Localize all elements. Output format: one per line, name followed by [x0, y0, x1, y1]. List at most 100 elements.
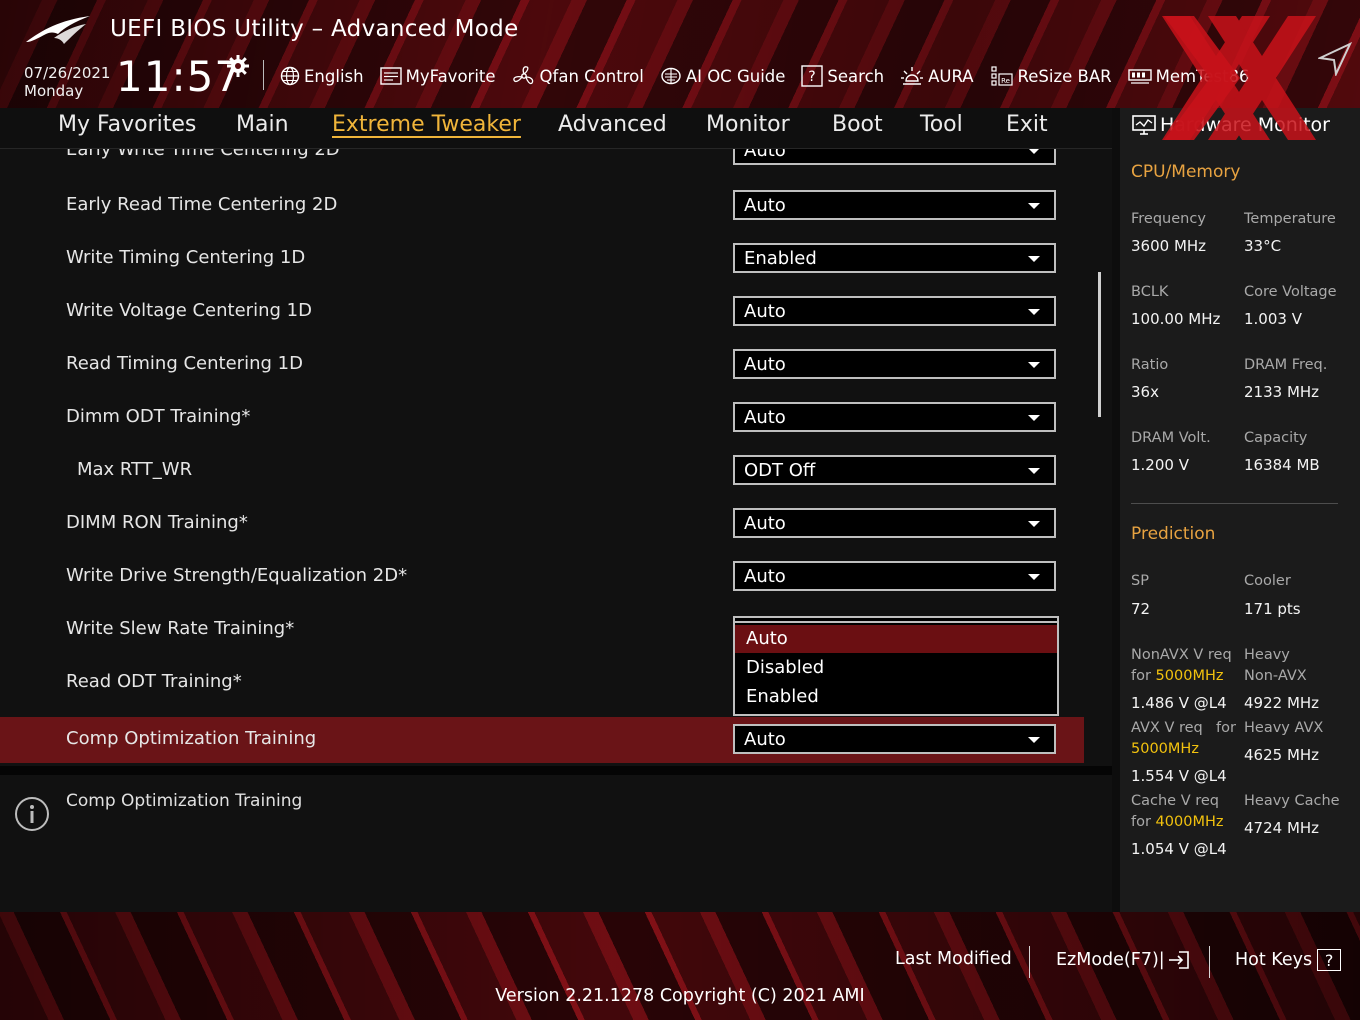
toolbar-ai-oc-guide-button[interactable]: AI OC Guide: [660, 66, 785, 86]
dropdown-value: Auto: [744, 301, 786, 322]
dropdown-option-disabled[interactable]: Disabled: [735, 654, 1057, 682]
toolbar-language-button[interactable]: English: [280, 66, 364, 86]
prediction-heading: Prediction: [1131, 524, 1216, 544]
hot-keys-question-icon: ?: [1317, 949, 1342, 971]
setting-label: Write Slew Rate Training*: [66, 618, 295, 639]
tab-exit[interactable]: Exit: [1006, 112, 1048, 137]
rog-logo-icon: [26, 16, 90, 44]
setting-dropdown[interactable]: Auto: [733, 561, 1056, 591]
scrollbar-thumb[interactable]: [1098, 272, 1101, 417]
dropdown-arrow-icon: [1028, 415, 1040, 421]
bclk-value: 100.00 MHz: [1131, 310, 1221, 328]
setting-dropdown[interactable]: Auto: [733, 296, 1056, 326]
setting-row-early-write-time-centering-2d[interactable]: Early Write Time Centering 2D Auto: [0, 149, 1084, 174]
nonavx-for-text: for: [1131, 668, 1156, 684]
setting-dropdown[interactable]: Auto: [733, 190, 1056, 220]
setting-row-write-timing-centering-1d[interactable]: Write Timing Centering 1D Enabled: [0, 236, 1084, 282]
toolbar-memtest-button[interactable]: MemTest86: [1127, 66, 1250, 86]
ratio-label: Ratio: [1131, 357, 1169, 373]
app-title: UEFI BIOS Utility – Advanced Mode: [110, 16, 519, 42]
setting-dropdown[interactable]: Auto: [733, 508, 1056, 538]
last-modified-button[interactable]: Last Modified: [895, 949, 1012, 969]
setting-label: Max RTT_WR: [77, 459, 193, 480]
monitor-title-label: Hardware Monitor: [1160, 114, 1330, 136]
setting-row-write-voltage-centering-1d[interactable]: Write Voltage Centering 1D Auto: [0, 289, 1084, 335]
sp-value: 72: [1131, 600, 1151, 618]
toolbar-myfavorite-button[interactable]: MyFavorite: [379, 66, 496, 86]
nonavx-for-line: for 5000MHz: [1131, 666, 1223, 687]
setting-row-read-timing-centering-1d[interactable]: Read Timing Centering 1D Auto: [0, 342, 1084, 388]
setting-dropdown[interactable]: Auto: [733, 349, 1056, 379]
setting-row-dimm-odt-training[interactable]: Dimm ODT Training* Auto: [0, 395, 1084, 441]
memory-icon: [1127, 69, 1152, 84]
settings-list[interactable]: Early Write Time Centering 2D Auto Early…: [0, 149, 1112, 766]
setting-dropdown[interactable]: ODT Off: [733, 455, 1056, 485]
ratio-value: 36x: [1131, 383, 1159, 401]
monitor-screen-icon: [1132, 115, 1156, 135]
dropdown-option-enabled[interactable]: Enabled: [735, 683, 1057, 711]
heavy-avx-label: Heavy AVX: [1244, 720, 1324, 736]
dram-freq-label: DRAM Freq.: [1244, 357, 1328, 373]
toolbar-aura-button[interactable]: AURA: [900, 65, 974, 87]
footer-bar: Last Modified EzMode(F7)| Hot Keys ? Ver…: [0, 912, 1360, 1020]
dropdown-arrow-icon: [1028, 309, 1040, 315]
heavy-nonavx-value: 4922 MHz: [1244, 694, 1320, 712]
avx-vreq-label: AVX V req: [1131, 720, 1203, 736]
tab-extreme-tweaker[interactable]: Extreme Tweaker: [332, 112, 521, 137]
dropdown-arrow-icon: [1028, 362, 1040, 368]
setting-label: Early Write Time Centering 2D: [66, 149, 340, 160]
toolbar-search-button[interactable]: ? Search: [801, 65, 884, 87]
bclk-label: BCLK: [1131, 284, 1169, 300]
tab-advanced[interactable]: Advanced: [558, 112, 667, 137]
heavy-nonavx-label-1: Heavy: [1244, 647, 1290, 663]
clock-time: 11:57: [116, 52, 243, 101]
dropdown-arrow-icon: [1028, 521, 1040, 527]
dropdown-arrow-icon: [1028, 149, 1040, 154]
fan-icon: [512, 66, 533, 85]
setting-row-early-read-time-centering-2d[interactable]: Early Read Time Centering 2D Auto: [0, 183, 1084, 229]
dropdown-value: Auto: [744, 407, 786, 428]
dropdown-arrow-icon: [1028, 256, 1040, 262]
setting-dropdown[interactable]: Enabled: [733, 243, 1056, 273]
clock-settings-gear-icon[interactable]: [226, 54, 250, 78]
cache-for-line: for 4000MHz: [1131, 812, 1223, 833]
dropdown-value: Auto: [744, 149, 786, 161]
tab-my-favorites[interactable]: My Favorites: [58, 112, 196, 137]
setting-row-comp-optimization-training[interactable]: Comp Optimization Training Auto: [0, 717, 1084, 763]
setting-label: Write Voltage Centering 1D: [66, 300, 312, 321]
section-divider: [0, 766, 1112, 775]
toolbar-divider: [263, 60, 264, 90]
setting-row-dimm-ron-training[interactable]: DIMM RON Training* Auto: [0, 501, 1084, 547]
dropdown-arrow-icon: [1028, 737, 1040, 743]
avx-for-text: for: [1216, 720, 1236, 736]
toolbar-qfan-button[interactable]: Qfan Control: [512, 65, 644, 87]
help-description: Comp Optimization Training: [66, 791, 303, 811]
setting-dropdown[interactable]: Auto: [733, 402, 1056, 432]
temperature-value: 33°C: [1244, 237, 1282, 255]
toolbar-resize-bar-button[interactable]: Re ReSize BAR: [990, 65, 1112, 87]
dropdown-option-auto[interactable]: Auto: [735, 625, 1057, 653]
capacity-label: Capacity: [1244, 430, 1308, 446]
cache-vreq-value: 1.054 V @L4: [1131, 840, 1227, 858]
setting-row-write-drive-strength-equalization-2d[interactable]: Write Drive Strength/Equalization 2D* Au…: [0, 554, 1084, 600]
tab-tool[interactable]: Tool: [920, 112, 963, 137]
monitor-title: Hardware Monitor: [1132, 114, 1330, 136]
dropdown-arrow-icon: [1028, 574, 1040, 580]
setting-row-max-rtt-wr[interactable]: Max RTT_WR ODT Off: [0, 448, 1084, 494]
setting-dropdown[interactable]: Auto: [733, 724, 1056, 754]
ezmode-button[interactable]: EzMode(F7)|: [1056, 949, 1191, 971]
hot-keys-button[interactable]: Hot Keys ?: [1235, 949, 1342, 971]
monitor-divider: [1131, 503, 1338, 504]
cooler-value: 171 pts: [1244, 600, 1301, 618]
tab-boot[interactable]: Boot: [832, 112, 883, 137]
heavy-cache-label: Heavy Cache: [1244, 793, 1340, 809]
toolbar-memtest-label: MemTest86: [1155, 66, 1250, 86]
tab-monitor[interactable]: Monitor: [706, 112, 790, 137]
footer-divider: [1209, 946, 1210, 978]
tab-main[interactable]: Main: [236, 112, 289, 137]
toolbar-search-label: Search: [827, 66, 885, 86]
toolbar-myfavorite-label: MyFavorite: [405, 66, 496, 86]
help-search-icon: ?: [801, 65, 824, 87]
setting-dropdown[interactable]: Auto: [733, 149, 1056, 165]
hot-keys-label: Hot Keys: [1235, 950, 1313, 970]
